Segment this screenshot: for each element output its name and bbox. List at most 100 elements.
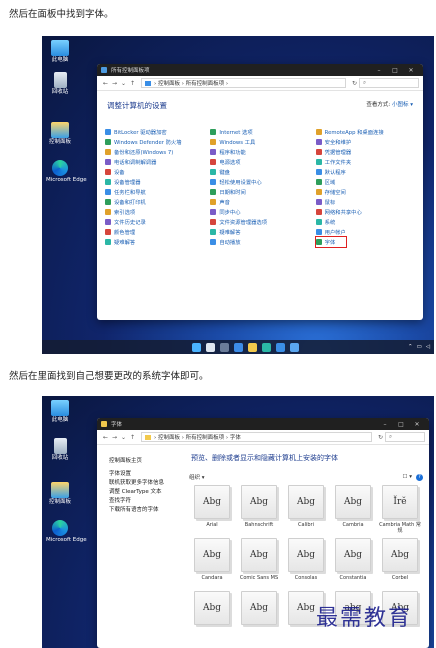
- font-tile[interactable]: Ĭrĕ Cambria Math 常规: [377, 485, 423, 534]
- chevron-down-icon[interactable]: ⌄: [119, 80, 128, 87]
- control-panel-item[interactable]: 网络和共享中心: [315, 207, 415, 217]
- font-tile[interactable]: Abg Bahnschrift: [236, 485, 282, 534]
- control-panel-item[interactable]: 默认程序: [315, 167, 415, 177]
- system-tray[interactable]: ⌃ ▭ ◁: [408, 344, 430, 350]
- control-panel-item[interactable]: 轻松使用设置中心: [210, 177, 309, 187]
- control-panel-item[interactable]: Windows Defender 防火墙: [105, 137, 204, 147]
- item-icon: [315, 219, 322, 225]
- control-panel-item[interactable]: 鼠标: [315, 197, 415, 207]
- close-icon[interactable]: ✕: [403, 67, 419, 74]
- font-tile[interactable]: Abg Constantia: [330, 538, 376, 587]
- recycle-bin-icon[interactable]: 回收站: [46, 72, 74, 96]
- back-arrow-icon[interactable]: ←: [101, 80, 110, 87]
- item-label: 设备: [114, 170, 125, 176]
- edge-icon[interactable]: Microsoft Edge: [46, 160, 87, 184]
- address-bar[interactable]: › 控制面板 › 所有控制面板项 ›: [141, 78, 346, 88]
- widgets-icon[interactable]: [234, 342, 243, 352]
- close-icon[interactable]: ✕: [409, 421, 425, 428]
- start-icon[interactable]: [192, 342, 201, 352]
- control-panel-item[interactable]: 系统: [315, 217, 415, 227]
- control-panel-item[interactable]: 设备: [105, 167, 204, 177]
- chevron-down-icon[interactable]: ⌄: [119, 434, 128, 441]
- control-panel-item[interactable]: 颜色管理: [105, 227, 204, 237]
- font-tile[interactable]: Abg Consolas: [283, 538, 329, 587]
- sidebar-item-online-fonts[interactable]: 联机获取更多字体信息: [109, 478, 187, 487]
- control-panel-item[interactable]: 电源选项: [210, 157, 309, 167]
- control-panel-item[interactable]: 用户帐户: [315, 227, 415, 237]
- control-panel-item[interactable]: 设备管理器: [105, 177, 204, 187]
- search-input[interactable]: ⌕: [359, 78, 419, 88]
- maximize-icon[interactable]: □: [393, 421, 409, 428]
- address-bar[interactable]: › 控制面板 › 所有控制面板项 › 字体: [141, 432, 372, 442]
- edge-taskbar-icon[interactable]: [262, 342, 271, 352]
- control-panel-item[interactable]: RemoteApp 和桌面连接: [315, 127, 415, 137]
- control-panel-item[interactable]: 存储空间: [315, 187, 415, 197]
- up-arrow-icon[interactable]: ↑: [128, 434, 137, 441]
- sidebar-item-cleartype[interactable]: 调整 ClearType 文本: [109, 487, 187, 496]
- control-panel-item[interactable]: 声音: [210, 197, 309, 207]
- item-icon: [210, 239, 217, 245]
- maximize-icon[interactable]: □: [387, 67, 403, 74]
- control-panel-item[interactable]: 工作文件夹: [315, 157, 415, 167]
- font-tile[interactable]: Abg Comic Sans MS: [236, 538, 282, 587]
- font-tile[interactable]: Abg Arial: [189, 485, 235, 534]
- control-panel-item[interactable]: 自动播放: [210, 237, 309, 247]
- control-panel-item[interactable]: 程序和功能: [210, 147, 309, 157]
- control-panel-item[interactable]: 区域: [315, 177, 415, 187]
- sidebar-item-home[interactable]: 控制面板主页: [109, 456, 187, 465]
- control-panel-item[interactable]: 任务栏和导航: [105, 187, 204, 197]
- control-panel-item[interactable]: 疑难解答: [210, 227, 309, 237]
- file-explorer-icon[interactable]: [248, 342, 257, 352]
- control-panel-item[interactable]: Windows 工具: [210, 137, 309, 147]
- control-panel-item[interactable]: 文件历史记录: [105, 217, 204, 227]
- this-pc-icon[interactable]: 此电脑: [46, 400, 74, 424]
- control-panel-item[interactable]: 电话和调制解调器: [105, 157, 204, 167]
- refresh-icon[interactable]: ↻: [350, 80, 359, 87]
- item-icon: [210, 189, 217, 195]
- control-panel-item[interactable]: 日期和时间: [210, 187, 309, 197]
- control-panel-item[interactable]: 凭据管理器: [315, 147, 415, 157]
- sidebar-item-find-character[interactable]: 查找字符: [109, 496, 187, 505]
- search-icon[interactable]: [206, 342, 215, 352]
- control-panel-item[interactable]: 同步中心: [210, 207, 309, 217]
- refresh-icon[interactable]: ↻: [376, 434, 385, 441]
- font-tile[interactable]: Abg Cambria: [330, 485, 376, 534]
- sidebar-item-download-fonts[interactable]: 下载所有语言的字体: [109, 505, 187, 514]
- forward-arrow-icon[interactable]: →: [110, 80, 119, 87]
- control-panel-item[interactable]: Internet 选项: [210, 127, 309, 137]
- task-view-icon[interactable]: [220, 342, 229, 352]
- back-arrow-icon[interactable]: ←: [101, 434, 110, 441]
- organize-button[interactable]: 组织 ▾: [189, 473, 205, 481]
- control-panel-item[interactable]: 备份和还原(Windows 7): [105, 147, 204, 157]
- edge-icon[interactable]: Microsoft Edge: [46, 520, 87, 544]
- view-icon[interactable]: ☐ ▾: [403, 474, 412, 480]
- up-arrow-icon[interactable]: ↑: [128, 80, 137, 87]
- item-icon: [105, 199, 111, 205]
- font-tile[interactable]: Abg Corbel: [377, 538, 423, 587]
- control-panel-item-fonts[interactable]: 字体: [314, 236, 347, 248]
- control-panel-item[interactable]: 键盘: [210, 167, 309, 177]
- control-panel-item[interactable]: 索引选项: [105, 207, 204, 217]
- recycle-bin-icon[interactable]: 回收站: [46, 438, 74, 462]
- forward-arrow-icon[interactable]: →: [110, 434, 119, 441]
- font-tile[interactable]: Abg Candara: [189, 538, 235, 587]
- control-panel-item[interactable]: 安全和维护: [315, 137, 415, 147]
- control-panel-item[interactable]: 文件资源管理器选项: [210, 217, 309, 227]
- control-panel-taskbar-icon[interactable]: [290, 342, 299, 352]
- this-pc-icon[interactable]: 此电脑: [46, 40, 74, 64]
- control-panel-icon[interactable]: 控制面板: [46, 482, 74, 506]
- help-icon[interactable]: ?: [416, 473, 423, 481]
- view-by[interactable]: 查看方式: 小图标 ▾: [366, 100, 413, 111]
- minimize-icon[interactable]: –: [377, 421, 393, 428]
- control-panel-icon[interactable]: 控制面板: [46, 122, 74, 146]
- search-input[interactable]: ⌕: [385, 432, 425, 442]
- font-tile[interactable]: Abg Calibri: [283, 485, 329, 534]
- sidebar-item-font-settings[interactable]: 字体设置: [109, 469, 187, 478]
- minimize-icon[interactable]: –: [371, 67, 387, 74]
- control-panel-item[interactable]: 设备和打印机: [105, 197, 204, 207]
- store-icon[interactable]: [276, 342, 285, 352]
- control-panel-item[interactable]: 疑难解答: [105, 237, 204, 247]
- font-tile[interactable]: Abg: [189, 591, 235, 640]
- control-panel-item[interactable]: BitLocker 驱动器加密: [105, 127, 204, 137]
- font-tile[interactable]: Abg: [236, 591, 282, 640]
